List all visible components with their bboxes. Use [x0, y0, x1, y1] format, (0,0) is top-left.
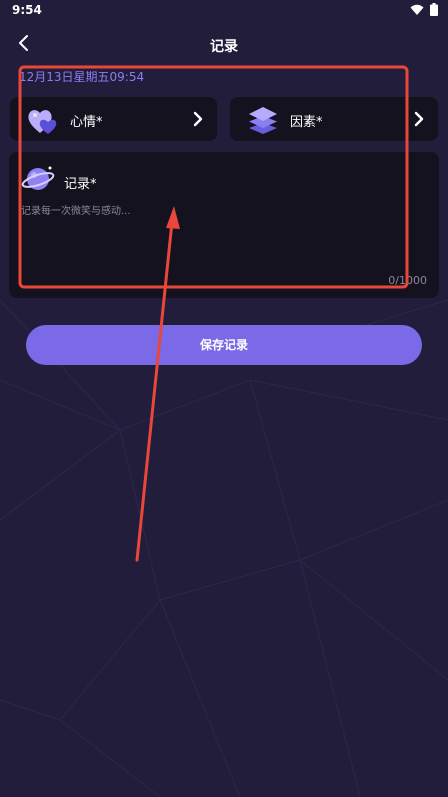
battery-icon [430, 3, 438, 16]
chevron-right-icon [193, 111, 203, 127]
hearts-icon [28, 110, 57, 134]
mood-label: 心情* [70, 115, 103, 130]
character-counter: 0/1000 [388, 274, 427, 287]
wifi-icon [410, 4, 424, 15]
record-input[interactable] [21, 202, 427, 278]
page-title: 记录 [210, 39, 238, 55]
factor-card[interactable]: 因素* [230, 97, 438, 141]
mood-card[interactable]: 心情* [10, 97, 217, 141]
status-icons [410, 3, 438, 16]
save-record-button[interactable]: 保存记录 [26, 325, 422, 365]
status-bar: 9:54 [0, 0, 448, 22]
planet-icon [21, 166, 55, 190]
status-time: 9:54 [12, 3, 42, 17]
record-label: 记录* [64, 177, 97, 192]
record-card: 记录* 0/1000 [9, 152, 439, 298]
factor-label: 因素* [290, 115, 323, 130]
chevron-right-icon [414, 111, 424, 127]
layers-icon [249, 107, 277, 134]
date-line: 12月13日星期五09:54 [19, 70, 145, 84]
